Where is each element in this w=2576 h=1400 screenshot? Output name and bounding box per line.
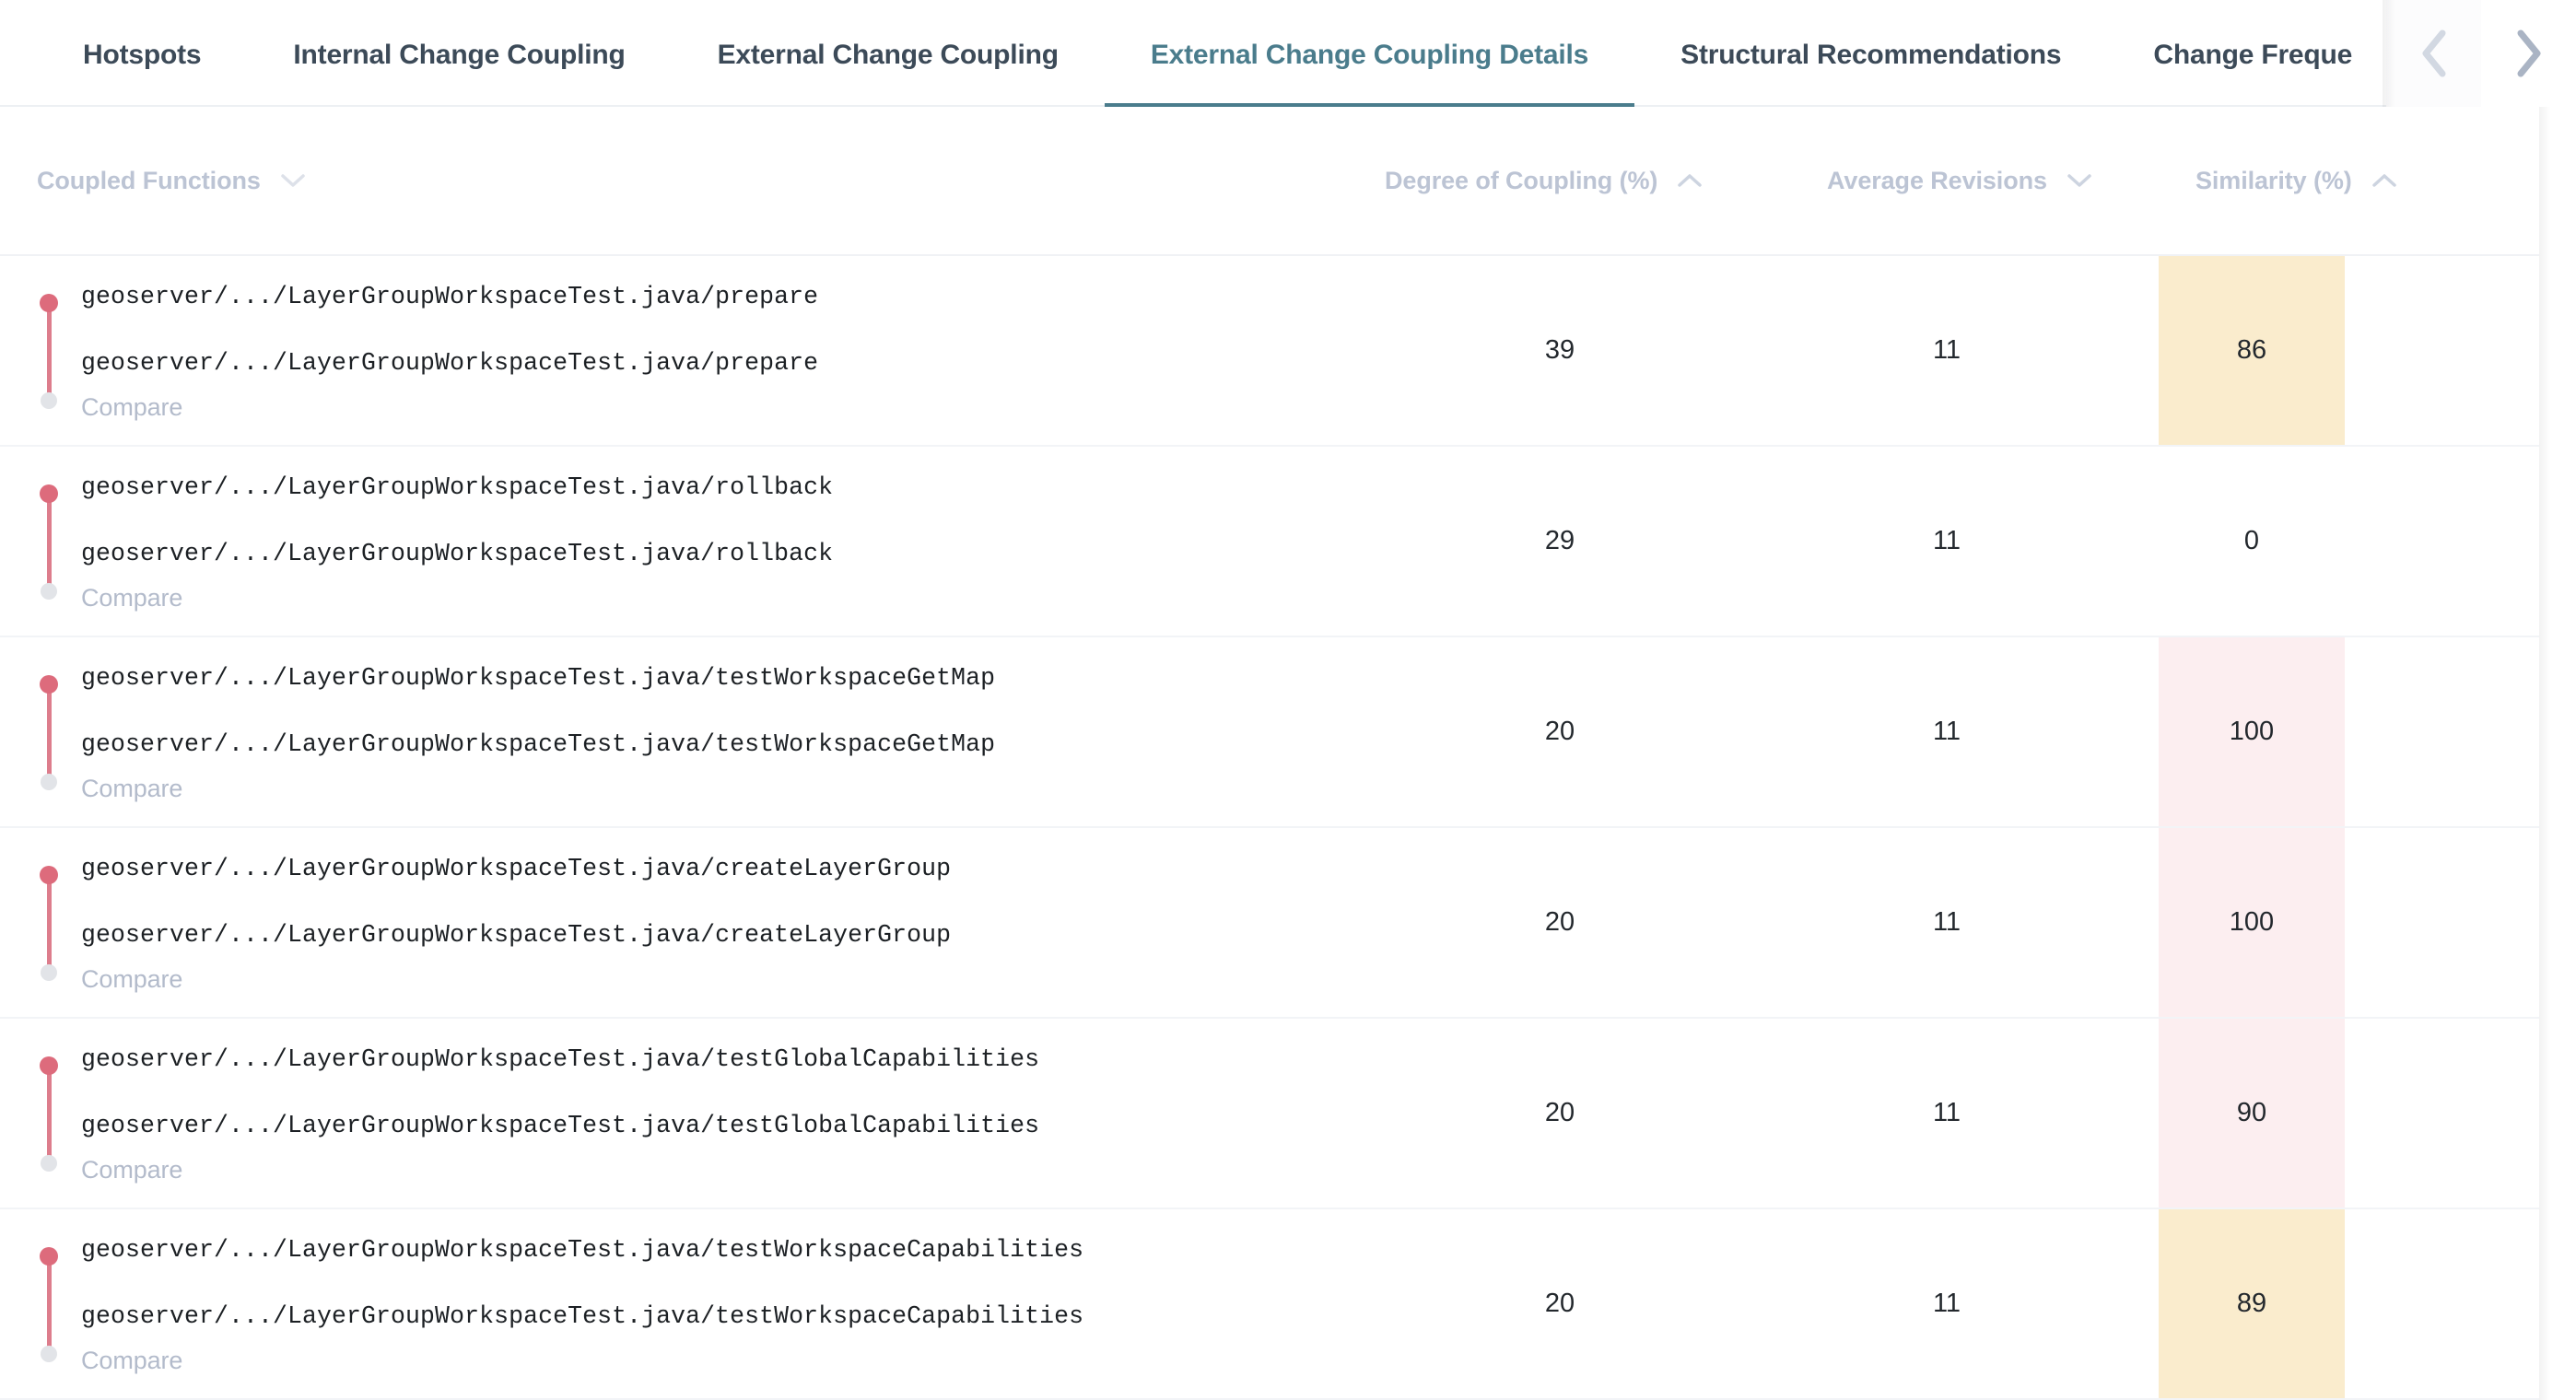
cell-average-revisions: 11 bbox=[1932, 907, 1961, 937]
tab-hotspots[interactable]: Hotspots bbox=[37, 0, 247, 107]
row-spacer bbox=[2345, 256, 2576, 445]
chevron-right-icon bbox=[2513, 28, 2545, 79]
cell-degree-of-coupling: 29 bbox=[1544, 526, 1575, 555]
cell-degree-of-coupling: 20 bbox=[1544, 717, 1575, 746]
cell-average-revisions: 11 bbox=[1932, 1098, 1961, 1127]
table-row: geoserver/.../LayerGroupWorkspaceTest.ja… bbox=[0, 828, 2576, 1019]
change-coupling-details-page: Hotspots Internal Change Coupling External… bbox=[0, 0, 2576, 1400]
function-path-primary: geoserver/.../LayerGroupWorkspaceTest.ja… bbox=[81, 472, 834, 501]
chevron-down-icon bbox=[279, 167, 307, 195]
cell-average-revisions: 11 bbox=[1932, 1289, 1961, 1318]
tab-scroll-prev-button[interactable] bbox=[2386, 0, 2481, 107]
cell-degree-of-coupling: 20 bbox=[1544, 1098, 1575, 1127]
coupling-connector-icon bbox=[37, 864, 61, 982]
tab-bar: Hotspots Internal Change Coupling External… bbox=[0, 0, 2576, 107]
coupled-function-paths: geoserver/.../LayerGroupWorkspaceTest.ja… bbox=[81, 1233, 1083, 1375]
row-spacer bbox=[2345, 637, 2576, 826]
chevron-down-icon bbox=[2066, 167, 2093, 195]
coupled-function-paths: geoserver/.../LayerGroupWorkspaceTest.ja… bbox=[81, 852, 951, 994]
coupled-function-paths: geoserver/.../LayerGroupWorkspaceTest.ja… bbox=[81, 471, 833, 612]
cell-coupled-functions: geoserver/.../LayerGroupWorkspaceTest.ja… bbox=[0, 637, 1385, 826]
coupled-function-paths: geoserver/.../LayerGroupWorkspaceTest.ja… bbox=[81, 280, 818, 422]
chevron-up-icon bbox=[1676, 167, 1704, 195]
coupled-function-paths: geoserver/.../LayerGroupWorkspaceTest.ja… bbox=[81, 661, 995, 803]
cell-similarity: 90 bbox=[2159, 1019, 2345, 1208]
function-path-primary: geoserver/.../LayerGroupWorkspaceTest.ja… bbox=[81, 663, 996, 692]
chevron-up-icon bbox=[2371, 167, 2398, 195]
compare-link[interactable]: Compare bbox=[81, 1156, 182, 1184]
column-header-label: Average Revisions bbox=[1827, 166, 2047, 194]
cell-average-revisions: 11 bbox=[1932, 717, 1961, 746]
column-header-degree-of-coupling[interactable]: Degree of Coupling (%) bbox=[1385, 167, 1827, 195]
function-path-primary: geoserver/.../LayerGroupWorkspaceTest.ja… bbox=[81, 282, 819, 310]
function-path-secondary: geoserver/.../LayerGroupWorkspaceTest.ja… bbox=[81, 539, 834, 567]
chevron-left-icon bbox=[2418, 28, 2450, 79]
function-path-secondary: geoserver/.../LayerGroupWorkspaceTest.ja… bbox=[81, 1301, 1084, 1330]
table-body: geoserver/.../LayerGroupWorkspaceTest.ja… bbox=[0, 256, 2576, 1400]
column-header-average-revisions[interactable]: Average Revisions bbox=[1827, 167, 2195, 195]
function-path-secondary: geoserver/.../LayerGroupWorkspaceTest.ja… bbox=[81, 729, 996, 758]
compare-link[interactable]: Compare bbox=[81, 393, 182, 422]
tab-structural-recommendations[interactable]: Structural Recommendations bbox=[1634, 0, 2107, 107]
cell-degree-of-coupling: 20 bbox=[1544, 907, 1575, 937]
table-header-row: Coupled Functions Degree of Coupling (%)… bbox=[0, 107, 2576, 256]
tab-nav-controls bbox=[2383, 0, 2576, 107]
coupling-details-table: Coupled Functions Degree of Coupling (%)… bbox=[0, 107, 2576, 1400]
coupled-function-paths: geoserver/.../LayerGroupWorkspaceTest.ja… bbox=[81, 1043, 1039, 1184]
function-path-secondary: geoserver/.../LayerGroupWorkspaceTest.ja… bbox=[81, 348, 819, 377]
compare-link[interactable]: Compare bbox=[81, 965, 182, 994]
column-header-label: Coupled Functions bbox=[37, 166, 261, 194]
table-row: geoserver/.../LayerGroupWorkspaceTest.ja… bbox=[0, 256, 2576, 447]
table-row: geoserver/.../LayerGroupWorkspaceTest.ja… bbox=[0, 1209, 2576, 1400]
cell-average-revisions: 11 bbox=[1932, 526, 1961, 555]
coupling-connector-icon bbox=[37, 1055, 61, 1172]
tab-change-freque[interactable]: Change Freque bbox=[2107, 0, 2386, 107]
function-path-secondary: geoserver/.../LayerGroupWorkspaceTest.ja… bbox=[81, 1111, 1040, 1139]
tab-external-change-coupling[interactable]: External Change Coupling bbox=[672, 0, 1105, 107]
table-row: geoserver/.../LayerGroupWorkspaceTest.ja… bbox=[0, 637, 2576, 828]
coupling-connector-icon bbox=[37, 292, 61, 410]
tab-internal-change-coupling[interactable]: Internal Change Coupling bbox=[247, 0, 671, 107]
table-row: geoserver/.../LayerGroupWorkspaceTest.ja… bbox=[0, 1019, 2576, 1209]
cell-similarity: 100 bbox=[2159, 828, 2345, 1017]
function-path-primary: geoserver/.../LayerGroupWorkspaceTest.ja… bbox=[81, 1235, 1084, 1264]
tab-external-change-coupling-details[interactable]: External Change Coupling Details bbox=[1104, 0, 1635, 107]
cell-average-revisions: 11 bbox=[1932, 335, 1961, 365]
compare-link[interactable]: Compare bbox=[81, 584, 182, 612]
cell-similarity: 0 bbox=[2243, 526, 2260, 555]
cell-coupled-functions: geoserver/.../LayerGroupWorkspaceTest.ja… bbox=[0, 828, 1385, 1017]
row-spacer bbox=[2345, 447, 2576, 636]
tab-scroll-next-button[interactable] bbox=[2481, 0, 2576, 107]
cell-coupled-functions: geoserver/.../LayerGroupWorkspaceTest.ja… bbox=[0, 1209, 1385, 1398]
column-header-similarity[interactable]: Similarity (%) bbox=[2195, 167, 2472, 195]
function-path-secondary: geoserver/.../LayerGroupWorkspaceTest.ja… bbox=[81, 920, 952, 949]
function-path-primary: geoserver/.../LayerGroupWorkspaceTest.ja… bbox=[81, 1044, 1040, 1073]
column-header-label: Degree of Coupling (%) bbox=[1385, 166, 1658, 194]
table-row: geoserver/.../LayerGroupWorkspaceTest.ja… bbox=[0, 447, 2576, 637]
coupling-connector-icon bbox=[37, 673, 61, 791]
cell-degree-of-coupling: 20 bbox=[1544, 1289, 1575, 1318]
row-spacer bbox=[2345, 1209, 2576, 1398]
cell-similarity: 89 bbox=[2159, 1209, 2345, 1398]
cell-coupled-functions: geoserver/.../LayerGroupWorkspaceTest.ja… bbox=[0, 256, 1385, 445]
row-spacer bbox=[2345, 1019, 2576, 1208]
column-header-label: Similarity (%) bbox=[2195, 166, 2352, 194]
cell-degree-of-coupling: 39 bbox=[1544, 335, 1575, 365]
coupling-connector-icon bbox=[37, 483, 61, 601]
cell-similarity: 86 bbox=[2159, 256, 2345, 445]
cell-similarity: 100 bbox=[2159, 637, 2345, 826]
compare-link[interactable]: Compare bbox=[81, 1347, 182, 1375]
tab-list: Hotspots Internal Change Coupling External… bbox=[0, 0, 2386, 107]
cell-coupled-functions: geoserver/.../LayerGroupWorkspaceTest.ja… bbox=[0, 1019, 1385, 1208]
column-header-coupled-functions[interactable]: Coupled Functions bbox=[37, 167, 1385, 195]
function-path-primary: geoserver/.../LayerGroupWorkspaceTest.ja… bbox=[81, 854, 952, 882]
cell-coupled-functions: geoserver/.../LayerGroupWorkspaceTest.ja… bbox=[0, 447, 1385, 636]
coupling-connector-icon bbox=[37, 1245, 61, 1363]
row-spacer bbox=[2345, 828, 2576, 1017]
compare-link[interactable]: Compare bbox=[81, 775, 182, 803]
